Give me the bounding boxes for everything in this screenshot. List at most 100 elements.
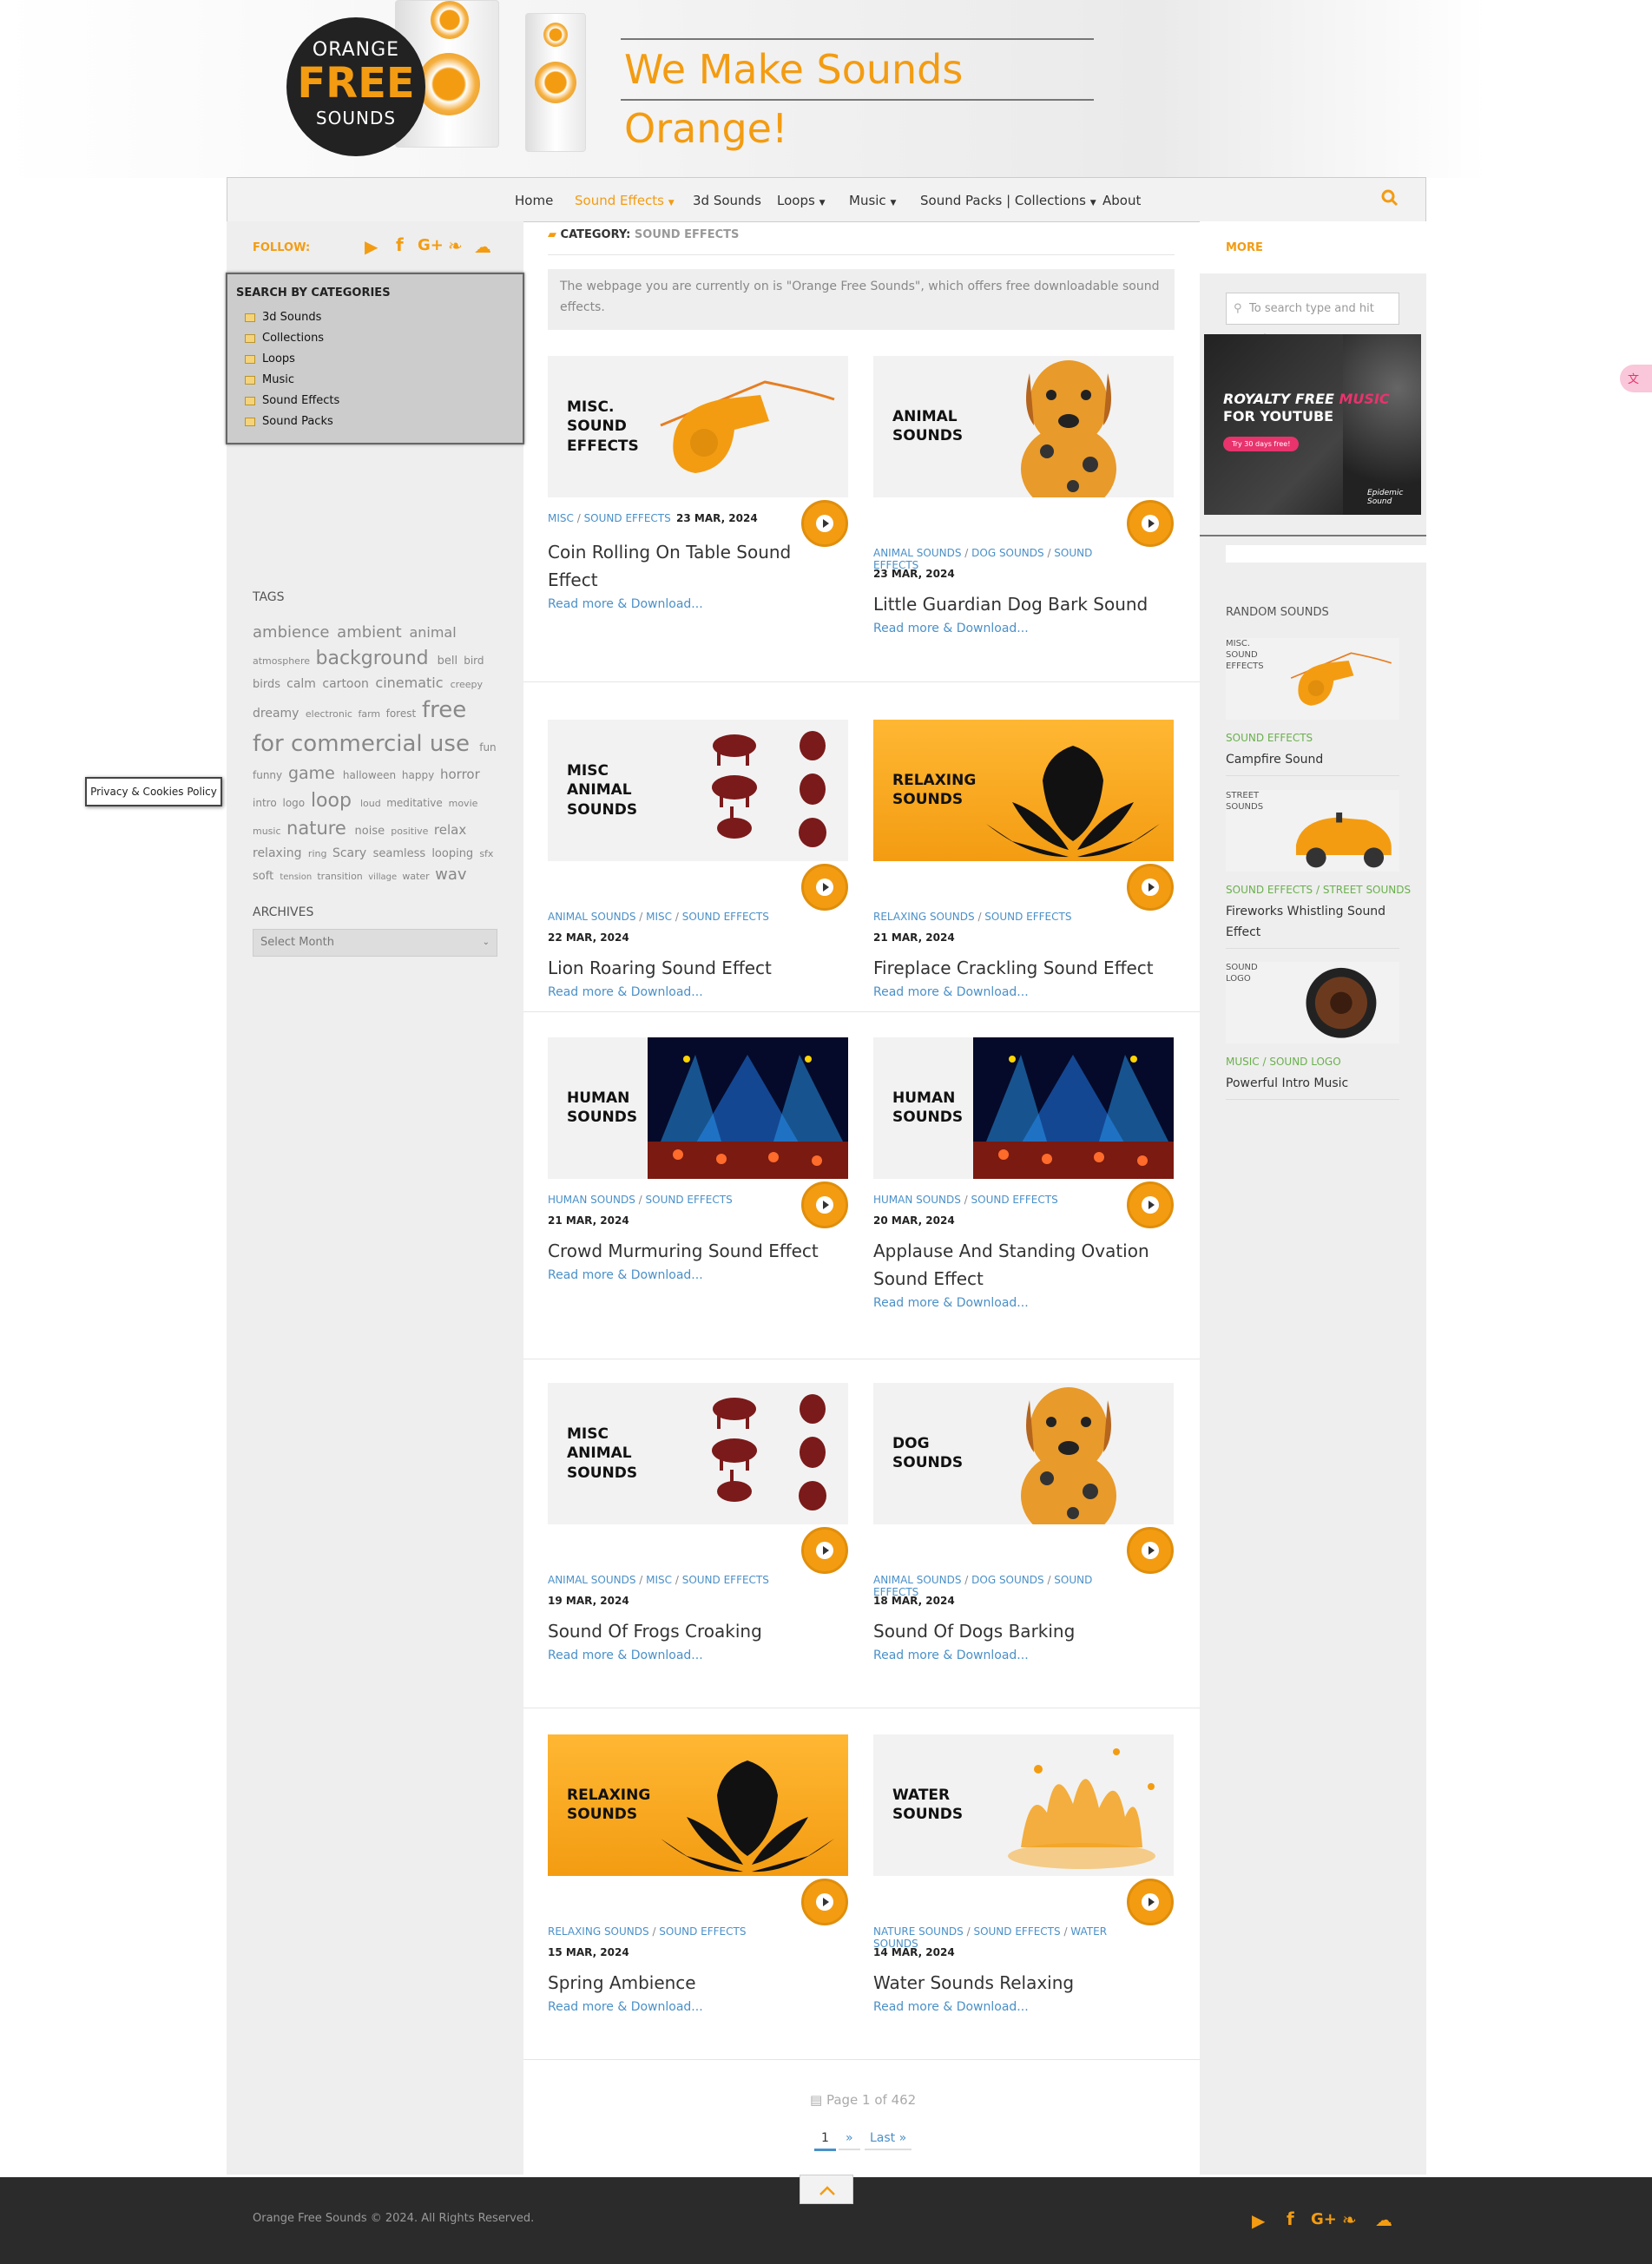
random-sound-title[interactable]: Powerful Intro Music: [1226, 1073, 1399, 1094]
tag-link[interactable]: animal: [409, 624, 456, 641]
post-thumbnail[interactable]: MISC ANIMAL SOUNDS: [548, 1383, 848, 1524]
page-1-link[interactable]: 1: [814, 2131, 836, 2151]
tag-link[interactable]: wav: [435, 865, 466, 884]
read-more-link[interactable]: Read more & Download...: [548, 1268, 703, 1282]
post-title[interactable]: Crowd Murmuring Sound Effect: [548, 1237, 834, 1265]
tag-link[interactable]: water: [402, 871, 432, 882]
category-link[interactable]: HUMAN SOUNDS: [548, 1194, 635, 1206]
nav-3d-sounds[interactable]: 3d Sounds: [693, 193, 761, 208]
read-more-link[interactable]: Read more & Download...: [873, 1649, 1029, 1662]
category-link[interactable]: ANIMAL SOUNDS: [548, 1574, 635, 1586]
post-thumbnail[interactable]: MISC ANIMAL SOUNDS: [548, 720, 848, 861]
post-thumbnail[interactable]: RELAXING SOUNDS: [873, 720, 1174, 861]
google-plus-icon[interactable]: G+: [1311, 2210, 1337, 2228]
tag-link[interactable]: dreamy: [253, 707, 303, 721]
category-link[interactable]: DOG SOUNDS: [971, 547, 1043, 559]
random-sound-thumbnail[interactable]: MISC. SOUND EFFECTS: [1226, 638, 1399, 720]
category-link[interactable]: SOUND EFFECTS: [584, 512, 671, 524]
category-link[interactable]: ANIMAL SOUNDS: [873, 1574, 961, 1586]
category-3d-sounds[interactable]: 3d Sounds: [245, 311, 321, 324]
play-button[interactable]: [801, 864, 848, 911]
random-sound-thumbnail[interactable]: SOUND LOGO: [1226, 962, 1399, 1043]
ad-banner[interactable]: ROYALTY FREE MUSIC FOR YOUTUBE Try 30 da…: [1204, 334, 1421, 515]
post-title[interactable]: Lion Roaring Sound Effect: [548, 954, 834, 982]
category-link[interactable]: SOUND EFFECTS: [682, 911, 769, 923]
nav-loops[interactable]: Loops ▼: [777, 193, 826, 208]
tag-link[interactable]: relaxing: [253, 846, 306, 860]
tag-link[interactable]: noise: [355, 825, 389, 838]
post-title[interactable]: Sound Of Frogs Croaking: [548, 1617, 834, 1645]
read-more-link[interactable]: Read more & Download...: [873, 985, 1029, 999]
post-title[interactable]: Spring Ambience: [548, 1969, 834, 1997]
read-more-link[interactable]: Read more & Download...: [873, 2000, 1029, 2014]
tag-link[interactable]: atmosphere: [253, 655, 313, 667]
post-thumbnail[interactable]: ANIMAL SOUNDS: [873, 356, 1174, 497]
category-link[interactable]: SOUND EFFECTS: [973, 1925, 1060, 1938]
post-thumbnail[interactable]: WATER SOUNDS: [873, 1734, 1174, 1876]
category-link[interactable]: STREET SOUNDS: [1323, 884, 1411, 896]
post-thumbnail[interactable]: MISC. SOUND EFFECTS: [548, 356, 848, 497]
post-thumbnail[interactable]: HUMAN SOUNDS: [873, 1037, 1174, 1179]
nav-sound-effects[interactable]: Sound Effects ▼: [575, 193, 675, 208]
play-button[interactable]: [1127, 864, 1174, 911]
nav-sound-packs[interactable]: Sound Packs | Collections ▼: [920, 193, 1096, 208]
tag-link[interactable]: nature: [286, 818, 352, 839]
tag-link[interactable]: electronic: [306, 708, 356, 720]
tag-link[interactable]: halloween: [343, 769, 399, 781]
facebook-icon[interactable]: f: [1287, 2208, 1294, 2229]
category-link[interactable]: NATURE SOUNDS: [873, 1925, 964, 1938]
next-page-link[interactable]: »: [839, 2131, 860, 2150]
category-music[interactable]: Music: [245, 373, 294, 386]
tag-link[interactable]: meditative: [386, 797, 445, 809]
tag-link[interactable]: logo: [282, 797, 307, 809]
random-sound-title[interactable]: Campfire Sound: [1226, 749, 1399, 770]
play-button[interactable]: [1127, 1879, 1174, 1925]
category-link[interactable]: DOG SOUNDS: [971, 1574, 1043, 1586]
random-sound-title[interactable]: Fireworks Whistling Sound Effect: [1226, 901, 1399, 943]
ad-cta-button[interactable]: Try 30 days free!: [1223, 437, 1300, 451]
tag-link[interactable]: soft: [253, 870, 277, 883]
category-link[interactable]: MISC: [548, 512, 574, 524]
read-more-link[interactable]: Read more & Download...: [873, 622, 1029, 635]
tag-link[interactable]: seamless: [373, 847, 430, 860]
category-link[interactable]: ANIMAL SOUNDS: [873, 547, 961, 559]
search-icon[interactable]: [1381, 189, 1400, 208]
tag-link[interactable]: forest: [386, 708, 419, 720]
category-collections[interactable]: Collections: [245, 332, 324, 345]
tag-link[interactable]: village: [368, 872, 399, 882]
category-link[interactable]: RELAXING SOUNDS: [873, 911, 975, 923]
category-link[interactable]: SOUND EFFECTS: [1226, 732, 1313, 744]
twitter-icon[interactable]: ❧: [448, 235, 463, 256]
play-button[interactable]: [801, 1527, 848, 1574]
tag-link[interactable]: relax: [434, 822, 466, 838]
tag-link[interactable]: ambient: [337, 623, 406, 642]
tag-link[interactable]: birds: [253, 678, 284, 691]
tag-link[interactable]: loop: [311, 790, 358, 812]
tag-link[interactable]: tension: [280, 872, 314, 882]
category-link[interactable]: SOUND EFFECTS: [682, 1574, 769, 1586]
category-sound-effects[interactable]: Sound Effects: [245, 394, 339, 407]
play-button[interactable]: [801, 1879, 848, 1925]
youtube-icon[interactable]: ▶: [365, 236, 378, 257]
archives-select[interactable]: Select Month ⌄: [253, 929, 497, 957]
read-more-link[interactable]: Read more & Download...: [548, 1649, 703, 1662]
post-thumbnail[interactable]: DOG SOUNDS: [873, 1383, 1174, 1524]
tag-link[interactable]: happy: [402, 769, 438, 781]
tag-link[interactable]: music: [253, 826, 284, 837]
tag-link[interactable]: loud: [360, 798, 384, 809]
tag-link[interactable]: funny: [253, 769, 286, 781]
post-title[interactable]: Coin Rolling On Table Sound Effect: [548, 538, 834, 594]
tag-link[interactable]: ring: [308, 848, 330, 859]
tag-link[interactable]: bell: [438, 655, 462, 668]
post-title[interactable]: Water Sounds Relaxing: [873, 1969, 1160, 1997]
tag-link[interactable]: horror: [440, 767, 480, 782]
search-input[interactable]: ⚲ To search type and hit enter: [1226, 293, 1399, 346]
play-button[interactable]: [801, 1181, 848, 1228]
tag-link[interactable]: transition: [317, 871, 365, 882]
back-to-top-button[interactable]: [800, 2175, 853, 2204]
post-thumbnail[interactable]: RELAXING SOUNDS: [548, 1734, 848, 1876]
read-more-link[interactable]: Read more & Download...: [548, 597, 703, 611]
read-more-link[interactable]: Read more & Download...: [548, 2000, 703, 2014]
google-plus-icon[interactable]: G+: [418, 236, 444, 254]
post-title[interactable]: Applause And Standing Ovation Sound Effe…: [873, 1237, 1160, 1293]
